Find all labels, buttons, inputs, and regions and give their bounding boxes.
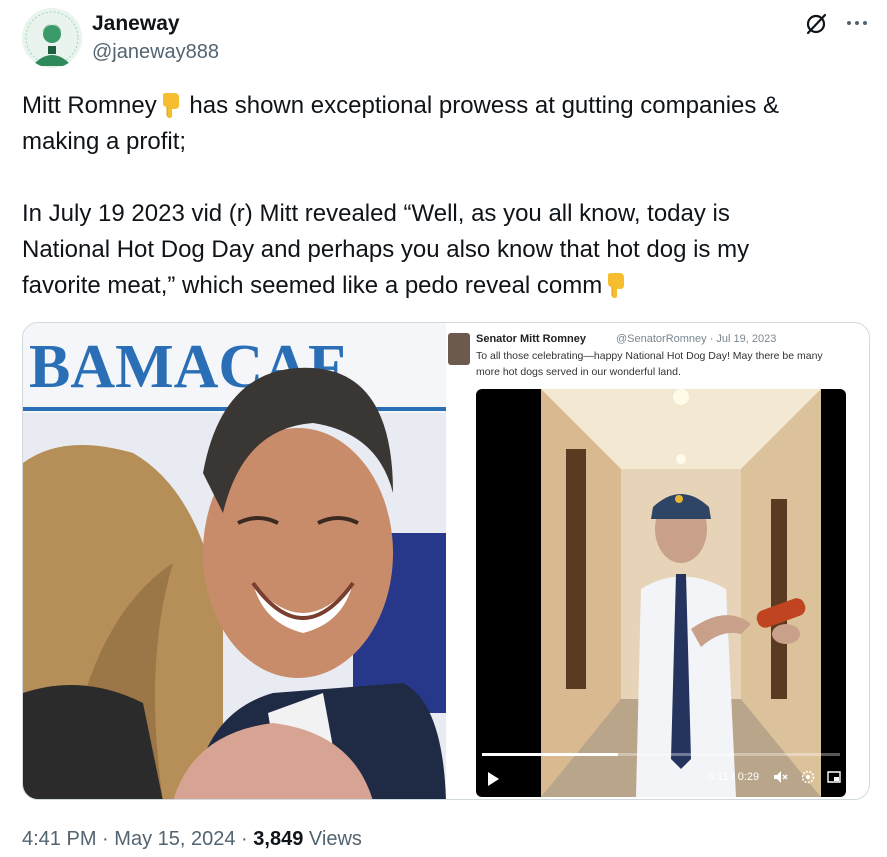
tweet-header: Janeway @janeway888 xyxy=(22,8,870,70)
embedded-avatar xyxy=(448,333,470,365)
tweet-media[interactable]: BAMACAF Senator Mitt Romney @SenatorRomn… xyxy=(22,322,870,800)
author-handle[interactable]: @janeway888 xyxy=(92,41,219,64)
backhand-index-pointing-down-icon xyxy=(157,91,183,119)
tweet-text-segment: Mitt Romney xyxy=(22,92,157,119)
embedded-post-header: Senator Mitt Romney @SenatorRomney · Jul… xyxy=(448,329,869,387)
video-time: 0:11 / 0:29 xyxy=(708,771,760,783)
volume-icon[interactable] xyxy=(772,769,788,785)
author-avatar[interactable] xyxy=(22,8,82,68)
tweet-line: National Hot Dog Day and perhaps you als… xyxy=(22,236,750,263)
views-label: Views xyxy=(308,828,362,850)
tweet-text-segment: has shown exceptional prowess at gutting… xyxy=(182,92,780,119)
grok-icon[interactable] xyxy=(804,12,828,36)
embedded-post-text: To all those celebrating—happy National … xyxy=(476,350,823,362)
embedded-post-text: more hot dogs served in our wonderful la… xyxy=(476,366,681,378)
photo-romney-laughing[interactable]: BAMACAF xyxy=(23,323,446,799)
more-icon[interactable] xyxy=(844,10,870,36)
embedded-author-handle-date: @SenatorRomney · Jul 19, 2023 xyxy=(616,333,777,345)
embedded-video[interactable]: 0:11 / 0:29 xyxy=(476,389,846,797)
tweet-line: favorite meat,” which seemed like a pedo… xyxy=(22,268,870,304)
views-count: 3,849 xyxy=(253,828,304,850)
tweet-time[interactable]: 4:41 PM xyxy=(22,828,96,850)
tweet-line: making a profit; xyxy=(22,128,187,155)
tweet-line: In July 19 2023 vid (r) Mitt revealed “W… xyxy=(22,200,730,227)
video-frame-romney-hallway xyxy=(541,389,821,797)
author-name[interactable]: Janeway xyxy=(92,12,180,36)
tweet-text-segment: favorite meat,” which seemed like a pedo… xyxy=(22,272,603,299)
play-icon[interactable] xyxy=(486,771,500,787)
picture-in-picture-icon[interactable] xyxy=(826,769,842,785)
tweet-date[interactable]: May 15, 2024 xyxy=(114,828,235,850)
settings-gear-icon[interactable] xyxy=(800,769,816,785)
video-progress-fill xyxy=(482,753,619,756)
embedded-author-name: Senator Mitt Romney xyxy=(476,333,587,345)
separator-dot: · xyxy=(241,828,248,850)
embedded-post-screenshot[interactable]: Senator Mitt Romney @SenatorRomney · Jul… xyxy=(448,323,869,799)
tweet-text: Mitt Romney has shown exceptional prowes… xyxy=(22,88,870,304)
video-progress-bar[interactable] xyxy=(482,753,840,756)
tweet-footer: 4:41 PM · May 15, 2024 · 3,849 Views xyxy=(22,828,362,851)
separator-dot: · xyxy=(102,828,109,850)
tweet-line: Mitt Romney has shown exceptional prowes… xyxy=(22,88,870,124)
backhand-index-pointing-down-icon xyxy=(602,271,628,299)
